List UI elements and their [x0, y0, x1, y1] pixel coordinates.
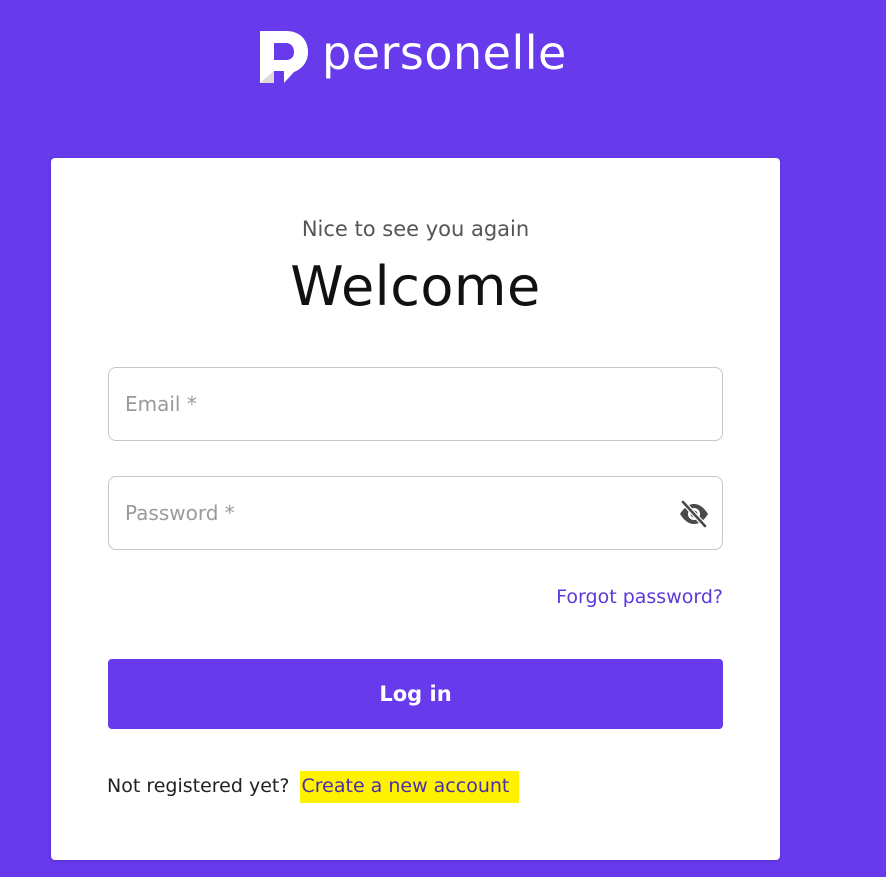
brand-logo: personelle	[256, 27, 567, 87]
login-button[interactable]: Log in	[108, 659, 723, 729]
email-field	[108, 367, 723, 441]
eye-off-icon[interactable]	[678, 499, 710, 529]
password-input[interactable]	[109, 477, 722, 549]
register-prompt-text: Not registered yet?	[107, 775, 290, 797]
login-card: Nice to see you again Welcome Forgot pas…	[51, 158, 780, 860]
password-field	[108, 476, 723, 550]
login-title: Welcome	[290, 255, 541, 318]
personelle-logo-icon	[260, 31, 308, 83]
email-input[interactable]	[109, 368, 722, 440]
brand-name: personelle	[322, 26, 567, 80]
forgot-password-link[interactable]: Forgot password?	[556, 586, 723, 608]
create-account-link[interactable]: Create a new account	[299, 771, 520, 803]
login-subtitle: Nice to see you again	[301, 217, 530, 241]
register-prompt: Not registered yet? Create a new account	[107, 771, 520, 803]
